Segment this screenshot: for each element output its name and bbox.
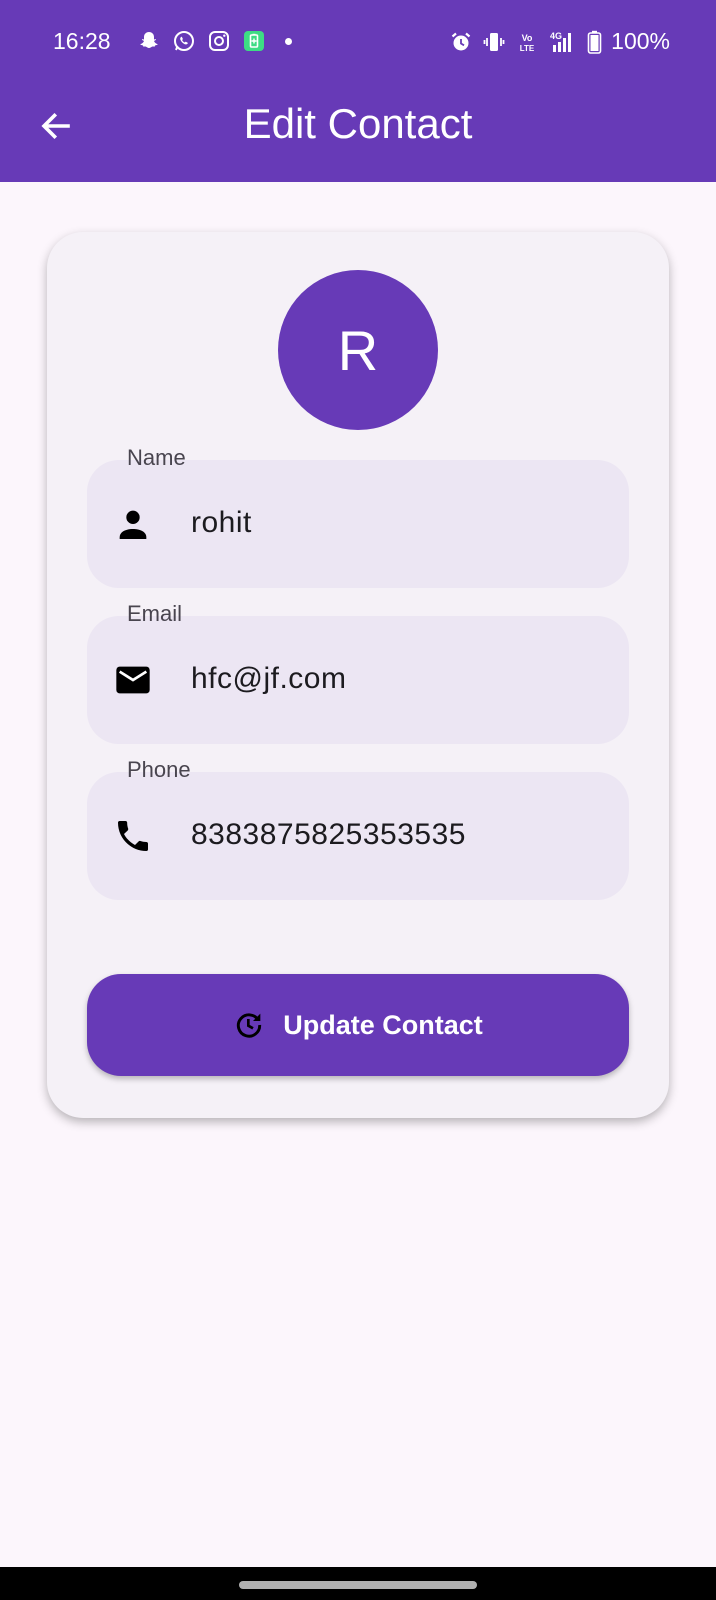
update-contact-button[interactable]: Update Contact <box>87 974 629 1076</box>
update-icon <box>237 1013 262 1038</box>
svg-text:4G: 4G <box>550 31 562 41</box>
email-field-box[interactable] <box>87 616 629 744</box>
notification-icons <box>137 29 292 53</box>
person-icon <box>113 504 153 544</box>
battery-saver-icon <box>244 31 264 51</box>
name-input[interactable]: rohit <box>191 506 252 540</box>
navigation-bar <box>0 1567 716 1600</box>
name-field-label: Name <box>127 445 186 470</box>
snapchat-icon <box>140 32 158 48</box>
top-bar: 16:28 Vo LTE 4G 100% Edit Contact <box>0 0 716 182</box>
phone-input[interactable]: 8383875825353535 <box>191 818 466 852</box>
phone-field-label: Phone <box>127 757 191 782</box>
email-field[interactable]: Email hfc@jf.com <box>87 601 629 744</box>
mail-icon <box>113 660 153 700</box>
phone-icon <box>113 816 153 856</box>
app-screen: 16:28 Vo LTE 4G 100% Edit Contact R Name… <box>0 0 716 1600</box>
svg-text:LTE: LTE <box>520 44 535 53</box>
signal-4g-icon: 4G <box>550 31 572 52</box>
phone-field[interactable]: Phone 8383875825353535 <box>87 757 629 900</box>
name-field-box[interactable] <box>87 460 629 588</box>
page-title: Edit Contact <box>243 100 473 147</box>
name-field[interactable]: Name rohit <box>87 445 629 588</box>
status-bar: 16:28 Vo LTE 4G 100% <box>0 0 716 84</box>
email-field-label: Email <box>127 601 183 626</box>
status-time: 16:28 <box>53 28 111 54</box>
home-gesture-handle[interactable] <box>239 1581 477 1589</box>
vibrate-icon <box>483 32 505 51</box>
battery-percent: 100% <box>611 28 670 54</box>
svg-text:Vo: Vo <box>522 33 533 43</box>
email-input[interactable]: hfc@jf.com <box>191 662 346 696</box>
update-contact-label: Update Contact <box>283 1009 483 1040</box>
alarm-icon <box>451 32 471 50</box>
contact-form-card: R Name rohit Email hfc@jf.com Phone 8383… <box>47 232 669 1118</box>
system-icons: Vo LTE 4G 100% <box>449 28 670 55</box>
avatar: R <box>278 270 438 430</box>
notification-dot <box>285 37 292 45</box>
whatsapp-icon <box>174 31 194 51</box>
instagram-icon <box>209 31 229 51</box>
volte-icon: VoLTE <box>520 33 535 53</box>
battery-icon <box>587 30 602 54</box>
